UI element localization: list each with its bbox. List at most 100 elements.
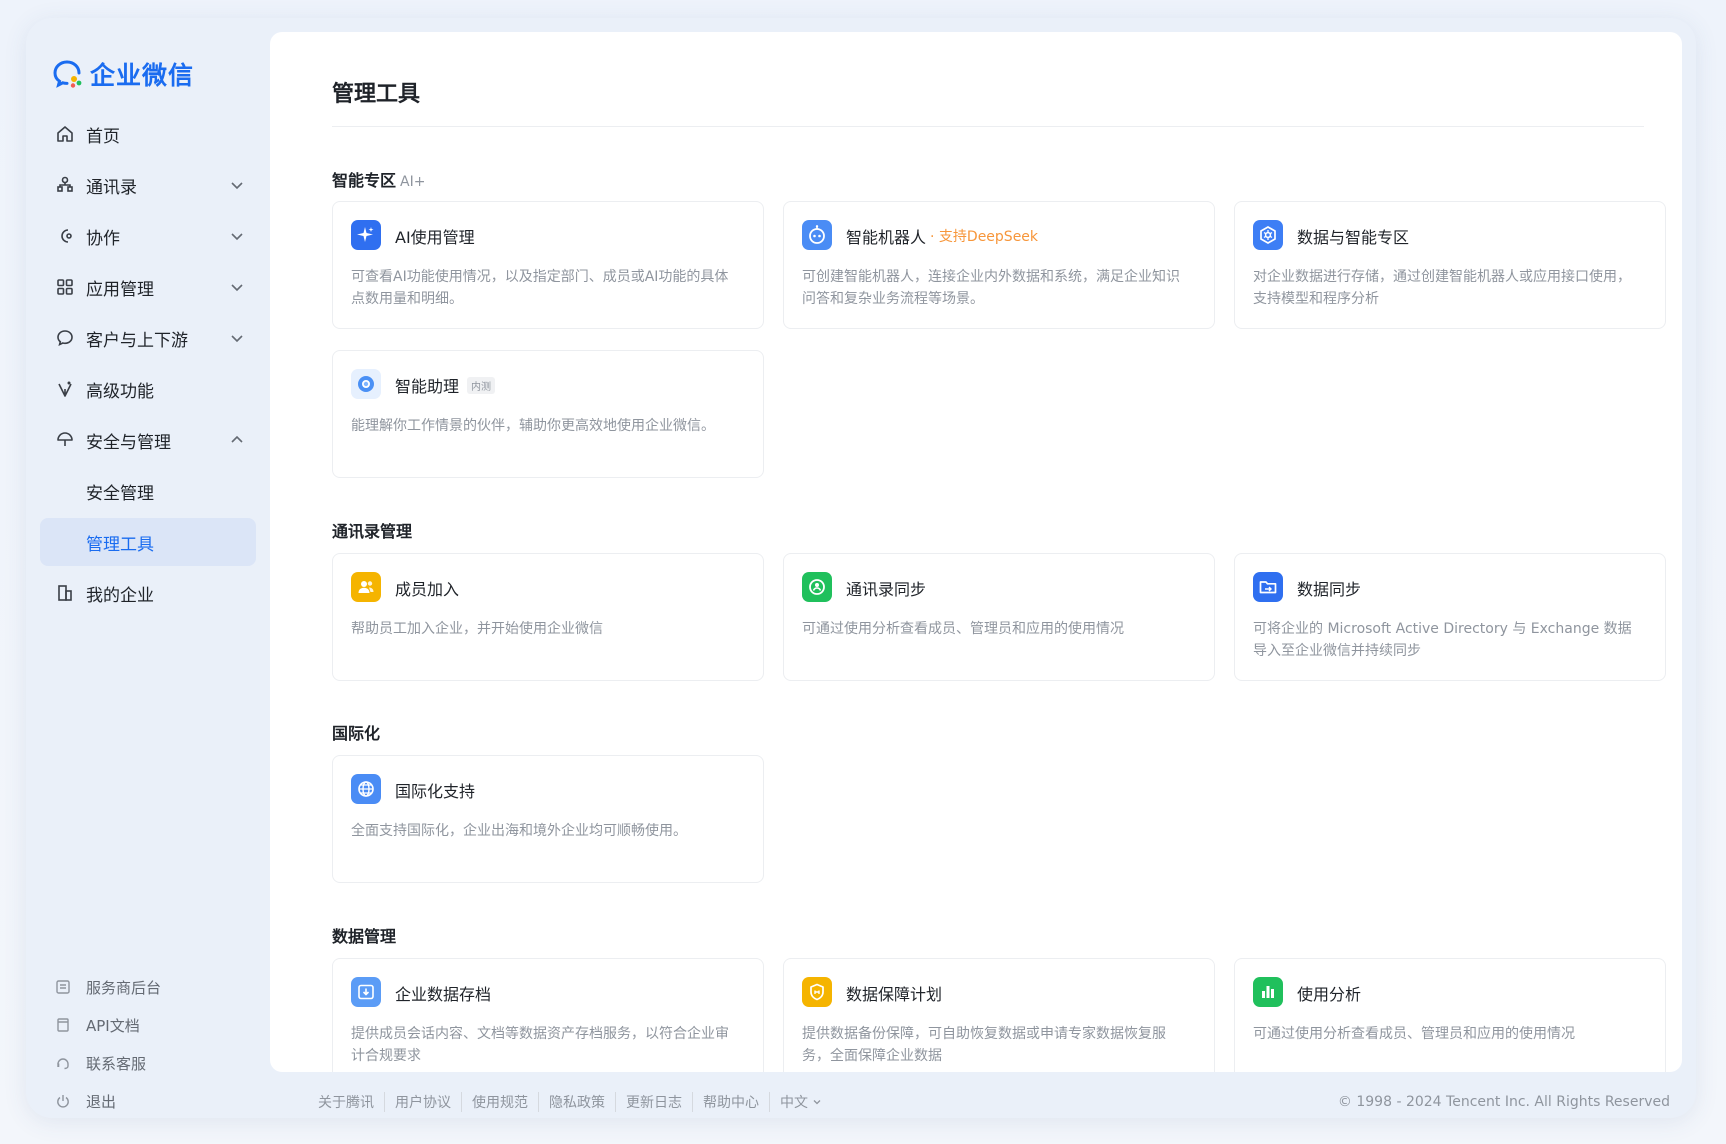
footer-link-usage-rules[interactable]: 使用规范: [462, 1092, 539, 1112]
card-description: 可通过使用分析查看成员、管理员和应用的使用情况: [1253, 1026, 1575, 1042]
card-title-text: 企业数据存档: [395, 985, 492, 1004]
card-description: 能理解你工作情景的伙伴，辅助你更高效地使用企业微信。: [351, 418, 715, 434]
card-description: 可将企业的 Microsoft Active Directory 与 Excha…: [1253, 621, 1632, 659]
card-title: 企业数据存档: [395, 981, 491, 1005]
section-title-text: 国际化: [332, 724, 381, 743]
card-i18n-support[interactable]: 国际化支持 全面支持国际化，企业出海和境外企业均可顺畅使用。: [332, 755, 764, 883]
card-data-intelligence-zone[interactable]: 数据与智能专区 对企业数据进行存储，通过创建智能机器人或应用接口使用，支持模型和…: [1234, 201, 1666, 329]
card-title: 数据保障计划: [846, 981, 942, 1005]
footer-links: 关于腾讯 用户协议 使用规范 隐私政策 更新日志 帮助中心 中文: [308, 1092, 832, 1112]
sidebar-item-label: 安全管理: [86, 483, 154, 504]
card-title-text: 数据与智能专区: [1297, 228, 1410, 247]
card-usage-analysis[interactable]: 使用分析 可通过使用分析查看成员、管理员和应用的使用情况: [1234, 958, 1666, 1072]
api-docs-link[interactable]: API文档: [54, 1006, 254, 1044]
chevron-down-icon: [230, 279, 244, 298]
sidebar-item-advanced[interactable]: 高级功能: [40, 365, 256, 413]
card-title-text: AI使用管理: [395, 228, 475, 247]
card-description: 可创建智能机器人，连接企业内外数据和系统，满足企业知识问答和复杂业务流程等场景。: [802, 269, 1180, 307]
sidebar: 企业微信 首页 通讯录 协作 应用管理 客户与上下游 高级功能 安全与管理 安全…: [26, 18, 270, 1118]
sidebar-item-management-tools[interactable]: 管理工具: [40, 518, 256, 566]
footer-link-help-center[interactable]: 帮助中心: [693, 1092, 770, 1112]
sidebar-item-label: 通讯录: [86, 177, 137, 198]
language-selector[interactable]: 中文: [770, 1092, 832, 1112]
logout-link[interactable]: 退出: [54, 1082, 254, 1118]
card-description: 可通过使用分析查看成员、管理员和应用的使用情况: [802, 621, 1124, 637]
card-description: 提供数据备份保障，可自助恢复数据或申请专家数据恢复服务，全面保障企业数据: [802, 1026, 1166, 1064]
console-icon: [54, 978, 72, 996]
bottom-nav-label: 退出: [86, 1092, 117, 1111]
hexagon-data-icon: [1253, 220, 1283, 250]
card-data-sync[interactable]: 数据同步 可将企业的 Microsoft Active Directory 与 …: [1234, 553, 1666, 681]
footer-link-changelog[interactable]: 更新日志: [616, 1092, 693, 1112]
org-chart-icon: [54, 174, 76, 196]
section-title-text: 智能专区: [332, 171, 397, 190]
sidebar-item-label: 安全与管理: [86, 432, 171, 453]
card-contacts-sync[interactable]: 通讯录同步 可通过使用分析查看成员、管理员和应用的使用情况: [783, 553, 1215, 681]
chevron-down-icon: [812, 1095, 822, 1111]
sidebar-item-customers[interactable]: 客户与上下游: [40, 314, 256, 362]
collaboration-icon: [54, 225, 76, 247]
card-member-join[interactable]: 成员加入 帮助员工加入企业，并开始使用企业微信: [332, 553, 764, 681]
document-icon: [54, 1016, 72, 1034]
main-content: 管理工具 智能专区 AI+ AI使用管理 可查看AI功能使用情况，以及指定部门、成…: [270, 32, 1682, 1072]
wecom-logo-icon: [52, 58, 84, 90]
card-title-text: 数据保障计划: [846, 985, 943, 1004]
chevron-down-icon: [230, 177, 244, 196]
card-title-text: 智能助理: [395, 377, 460, 396]
building-icon: [54, 582, 76, 604]
card-description: 可查看AI功能使用情况，以及指定部门、成员或AI功能的具体点数用量和明细。: [351, 269, 729, 307]
card-title-text: 数据同步: [1297, 580, 1362, 599]
section-title-ai: 智能专区 AI+: [332, 167, 425, 191]
sidebar-item-contacts[interactable]: 通讯录: [40, 161, 256, 209]
card-title: 国际化支持: [395, 778, 475, 802]
footer-link-user-agreement[interactable]: 用户协议: [385, 1092, 462, 1112]
sidebar-item-home[interactable]: 首页: [40, 110, 256, 158]
sidebar-nav: 首页 通讯录 协作 应用管理 客户与上下游 高级功能 安全与管理 安全管理 管理…: [40, 110, 256, 620]
footer: 关于腾讯 用户协议 使用规范 隐私政策 更新日志 帮助中心 中文 © 1998 …: [270, 1088, 1682, 1116]
contacts-sync-icon: [802, 572, 832, 602]
bottom-nav-label: API文档: [86, 1016, 140, 1035]
footer-link-privacy[interactable]: 隐私政策: [539, 1092, 616, 1112]
card-data-protection-plan[interactable]: 数据保障计划 提供数据备份保障，可自助恢复数据或申请专家数据恢复服务，全面保障企…: [783, 958, 1215, 1072]
section-title-data-management: 数据管理: [332, 923, 396, 947]
page-title: 管理工具: [332, 82, 421, 107]
bottom-nav-label: 服务商后台: [86, 978, 162, 997]
customer-service-link[interactable]: 联系客服: [54, 1044, 254, 1082]
sidebar-item-my-enterprise[interactable]: 我的企业: [40, 569, 256, 617]
section-title-text: 通讯录管理: [332, 522, 413, 541]
card-title: 通讯录同步: [846, 576, 926, 600]
card-ai-usage-management[interactable]: AI使用管理 可查看AI功能使用情况，以及指定部门、成员或AI功能的具体点数用量…: [332, 201, 764, 329]
sidebar-item-label: 我的企业: [86, 585, 154, 606]
ai-tag: AI+: [400, 174, 426, 190]
sparkle-icon: [351, 220, 381, 250]
chevron-down-icon: [230, 330, 244, 349]
sidebar-item-security-management[interactable]: 安全与管理: [40, 416, 256, 464]
sidebar-item-collaboration[interactable]: 协作: [40, 212, 256, 260]
card-enterprise-data-archive[interactable]: 企业数据存档 提供成员会话内容、文档等数据资产存档服务，以符合企业审计合规要求: [332, 958, 764, 1072]
card-title-text: 使用分析: [1297, 985, 1362, 1004]
card-description: 全面支持国际化，企业出海和境外企业均可顺畅使用。: [351, 823, 687, 839]
card-title: 成员加入: [395, 576, 459, 600]
card-title: 智能机器人 · 支持DeepSeek: [846, 224, 1038, 248]
sidebar-item-security[interactable]: 安全管理: [40, 467, 256, 515]
assistant-orb-icon: [351, 369, 381, 399]
section-title-i18n: 国际化: [332, 720, 380, 744]
chevron-down-icon: [230, 228, 244, 247]
logo-text: 企业微信: [90, 61, 195, 90]
footer-link-about[interactable]: 关于腾讯: [308, 1092, 385, 1112]
card-smart-assistant[interactable]: 智能助理 内测 能理解你工作情景的伙伴，辅助你更高效地使用企业微信。: [332, 350, 764, 478]
member-add-icon: [351, 572, 381, 602]
service-provider-link[interactable]: 服务商后台: [54, 968, 254, 1006]
card-title: 数据与智能专区: [1297, 224, 1409, 248]
card-title: 智能助理 内测: [395, 373, 496, 397]
sidebar-item-app-management[interactable]: 应用管理: [40, 263, 256, 311]
apps-grid-icon: [54, 276, 76, 298]
archive-download-icon: [351, 977, 381, 1007]
robot-icon: [802, 220, 832, 250]
card-smart-robot[interactable]: 智能机器人 · 支持DeepSeek 可创建智能机器人，连接企业内外数据和系统，满…: [783, 201, 1215, 329]
card-description: 帮助员工加入企业，并开始使用企业微信: [351, 621, 603, 637]
advanced-features-icon: [54, 378, 76, 400]
globe-icon: [351, 774, 381, 804]
card-title: 数据同步: [1297, 576, 1361, 600]
logo[interactable]: 企业微信: [52, 56, 194, 92]
